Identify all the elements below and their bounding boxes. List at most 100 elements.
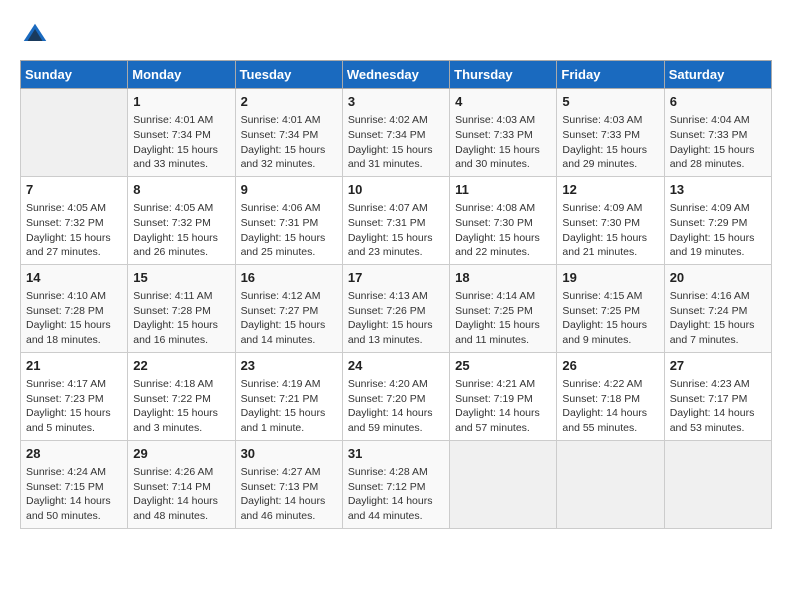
day-number: 12 <box>562 181 658 199</box>
calendar-cell: 7 Sunrise: 4:05 AMSunset: 7:32 PMDaylight… <box>21 176 128 264</box>
day-number: 25 <box>455 357 551 375</box>
day-info: Sunrise: 4:09 AMSunset: 7:29 PMDaylight:… <box>670 201 766 260</box>
calendar-cell: 25Sunrise: 4:21 AMSunset: 7:19 PMDayligh… <box>450 352 557 440</box>
weekday-header-tuesday: Tuesday <box>235 61 342 89</box>
day-number: 9 <box>241 181 337 199</box>
day-info: Sunrise: 4:12 AMSunset: 7:27 PMDaylight:… <box>241 289 337 348</box>
calendar-cell: 15 Sunrise: 4:11 AMSunset: 7:28 PMDayligh… <box>128 264 235 352</box>
day-info: Sunrise: 4:23 AMSunset: 7:17 PMDaylight:… <box>670 377 766 436</box>
calendar-cell: 9 Sunrise: 4:06 AMSunset: 7:31 PMDaylight… <box>235 176 342 264</box>
logo <box>20 20 54 50</box>
calendar-cell: 5Sunrise: 4:03 AMSunset: 7:33 PMDaylight… <box>557 89 664 177</box>
day-info: Sunrise: 4:03 AMSunset: 7:33 PMDaylight:… <box>562 113 658 172</box>
day-info: Sunrise: 4:22 AMSunset: 7:18 PMDaylight:… <box>562 377 658 436</box>
calendar-cell: 8 Sunrise: 4:05 AMSunset: 7:32 PMDaylight… <box>128 176 235 264</box>
calendar-cell: 1 Sunrise: 4:01 AMSunset: 7:34 PMDaylight… <box>128 89 235 177</box>
calendar-cell: 17 Sunrise: 4:13 AMSunset: 7:26 PMDayligh… <box>342 264 449 352</box>
day-info: Sunrise: 4:17 AMSunset: 7:23 PMDaylight:… <box>26 377 122 436</box>
day-info: Sunrise: 4:27 AMSunset: 7:13 PMDaylight:… <box>241 465 337 524</box>
calendar-week-1: 1 Sunrise: 4:01 AMSunset: 7:34 PMDaylight… <box>21 89 772 177</box>
calendar-cell: 10 Sunrise: 4:07 AMSunset: 7:31 PMDayligh… <box>342 176 449 264</box>
calendar-cell: 31 Sunrise: 4:28 AMSunset: 7:12 PMDayligh… <box>342 440 449 528</box>
day-info: Sunrise: 4:16 AMSunset: 7:24 PMDaylight:… <box>670 289 766 348</box>
day-number: 26 <box>562 357 658 375</box>
day-info: Sunrise: 4:01 AMSunset: 7:34 PMDaylight:… <box>241 113 337 172</box>
day-info: Sunrise: 4:10 AMSunset: 7:28 PMDaylight:… <box>26 289 122 348</box>
calendar-cell: 20 Sunrise: 4:16 AMSunset: 7:24 PMDayligh… <box>664 264 771 352</box>
day-info: Sunrise: 4:02 AMSunset: 7:34 PMDaylight:… <box>348 113 444 172</box>
day-info: Sunrise: 4:04 AMSunset: 7:33 PMDaylight:… <box>670 113 766 172</box>
day-number: 27 <box>670 357 766 375</box>
weekday-header-friday: Friday <box>557 61 664 89</box>
calendar-cell <box>21 89 128 177</box>
day-number: 14 <box>26 269 122 287</box>
weekday-header-thursday: Thursday <box>450 61 557 89</box>
day-number: 1 <box>133 93 229 111</box>
weekday-header-sunday: Sunday <box>21 61 128 89</box>
day-number: 6 <box>670 93 766 111</box>
weekday-header-saturday: Saturday <box>664 61 771 89</box>
calendar-cell: 22 Sunrise: 4:18 AMSunset: 7:22 PMDayligh… <box>128 352 235 440</box>
day-number: 3 <box>348 93 444 111</box>
calendar-cell: 30Sunrise: 4:27 AMSunset: 7:13 PMDayligh… <box>235 440 342 528</box>
day-number: 15 <box>133 269 229 287</box>
day-number: 7 <box>26 181 122 199</box>
day-info: Sunrise: 4:01 AMSunset: 7:34 PMDaylight:… <box>133 113 229 172</box>
day-info: Sunrise: 4:03 AMSunset: 7:33 PMDaylight:… <box>455 113 551 172</box>
calendar-cell: 13 Sunrise: 4:09 AMSunset: 7:29 PMDayligh… <box>664 176 771 264</box>
day-number: 31 <box>348 445 444 463</box>
calendar-week-3: 14 Sunrise: 4:10 AMSunset: 7:28 PMDayligh… <box>21 264 772 352</box>
calendar-cell: 24 Sunrise: 4:20 AMSunset: 7:20 PMDayligh… <box>342 352 449 440</box>
day-number: 10 <box>348 181 444 199</box>
calendar-cell: 23 Sunrise: 4:19 AMSunset: 7:21 PMDayligh… <box>235 352 342 440</box>
day-info: Sunrise: 4:06 AMSunset: 7:31 PMDaylight:… <box>241 201 337 260</box>
day-info: Sunrise: 4:05 AMSunset: 7:32 PMDaylight:… <box>26 201 122 260</box>
day-number: 2 <box>241 93 337 111</box>
day-number: 20 <box>670 269 766 287</box>
calendar-cell: 2 Sunrise: 4:01 AMSunset: 7:34 PMDaylight… <box>235 89 342 177</box>
day-number: 4 <box>455 93 551 111</box>
day-info: Sunrise: 4:15 AMSunset: 7:25 PMDaylight:… <box>562 289 658 348</box>
weekday-header-wednesday: Wednesday <box>342 61 449 89</box>
calendar-cell: 28 Sunrise: 4:24 AMSunset: 7:15 PMDayligh… <box>21 440 128 528</box>
day-number: 28 <box>26 445 122 463</box>
day-number: 21 <box>26 357 122 375</box>
day-number: 16 <box>241 269 337 287</box>
weekday-header-row: SundayMondayTuesdayWednesdayThursdayFrid… <box>21 61 772 89</box>
day-number: 19 <box>562 269 658 287</box>
calendar-cell: 6 Sunrise: 4:04 AMSunset: 7:33 PMDaylight… <box>664 89 771 177</box>
calendar-week-2: 7 Sunrise: 4:05 AMSunset: 7:32 PMDaylight… <box>21 176 772 264</box>
day-number: 29 <box>133 445 229 463</box>
day-info: Sunrise: 4:28 AMSunset: 7:12 PMDaylight:… <box>348 465 444 524</box>
calendar-cell: 21 Sunrise: 4:17 AMSunset: 7:23 PMDayligh… <box>21 352 128 440</box>
calendar-cell: 11Sunrise: 4:08 AMSunset: 7:30 PMDayligh… <box>450 176 557 264</box>
day-number: 24 <box>348 357 444 375</box>
day-number: 13 <box>670 181 766 199</box>
weekday-header-monday: Monday <box>128 61 235 89</box>
logo-icon <box>20 20 50 50</box>
day-info: Sunrise: 4:09 AMSunset: 7:30 PMDaylight:… <box>562 201 658 260</box>
day-info: Sunrise: 4:08 AMSunset: 7:30 PMDaylight:… <box>455 201 551 260</box>
day-number: 23 <box>241 357 337 375</box>
calendar-cell: 16 Sunrise: 4:12 AMSunset: 7:27 PMDayligh… <box>235 264 342 352</box>
calendar-week-5: 28 Sunrise: 4:24 AMSunset: 7:15 PMDayligh… <box>21 440 772 528</box>
day-info: Sunrise: 4:07 AMSunset: 7:31 PMDaylight:… <box>348 201 444 260</box>
calendar-cell <box>557 440 664 528</box>
day-info: Sunrise: 4:20 AMSunset: 7:20 PMDaylight:… <box>348 377 444 436</box>
day-number: 18 <box>455 269 551 287</box>
calendar-cell: 19 Sunrise: 4:15 AMSunset: 7:25 PMDayligh… <box>557 264 664 352</box>
day-number: 17 <box>348 269 444 287</box>
calendar-table: SundayMondayTuesdayWednesdayThursdayFrid… <box>20 60 772 529</box>
day-info: Sunrise: 4:19 AMSunset: 7:21 PMDaylight:… <box>241 377 337 436</box>
calendar-cell <box>450 440 557 528</box>
calendar-cell: 14 Sunrise: 4:10 AMSunset: 7:28 PMDayligh… <box>21 264 128 352</box>
day-info: Sunrise: 4:05 AMSunset: 7:32 PMDaylight:… <box>133 201 229 260</box>
day-number: 8 <box>133 181 229 199</box>
calendar-cell: 27 Sunrise: 4:23 AMSunset: 7:17 PMDayligh… <box>664 352 771 440</box>
calendar-week-4: 21 Sunrise: 4:17 AMSunset: 7:23 PMDayligh… <box>21 352 772 440</box>
day-info: Sunrise: 4:18 AMSunset: 7:22 PMDaylight:… <box>133 377 229 436</box>
day-info: Sunrise: 4:13 AMSunset: 7:26 PMDaylight:… <box>348 289 444 348</box>
day-number: 22 <box>133 357 229 375</box>
day-info: Sunrise: 4:24 AMSunset: 7:15 PMDaylight:… <box>26 465 122 524</box>
day-info: Sunrise: 4:11 AMSunset: 7:28 PMDaylight:… <box>133 289 229 348</box>
